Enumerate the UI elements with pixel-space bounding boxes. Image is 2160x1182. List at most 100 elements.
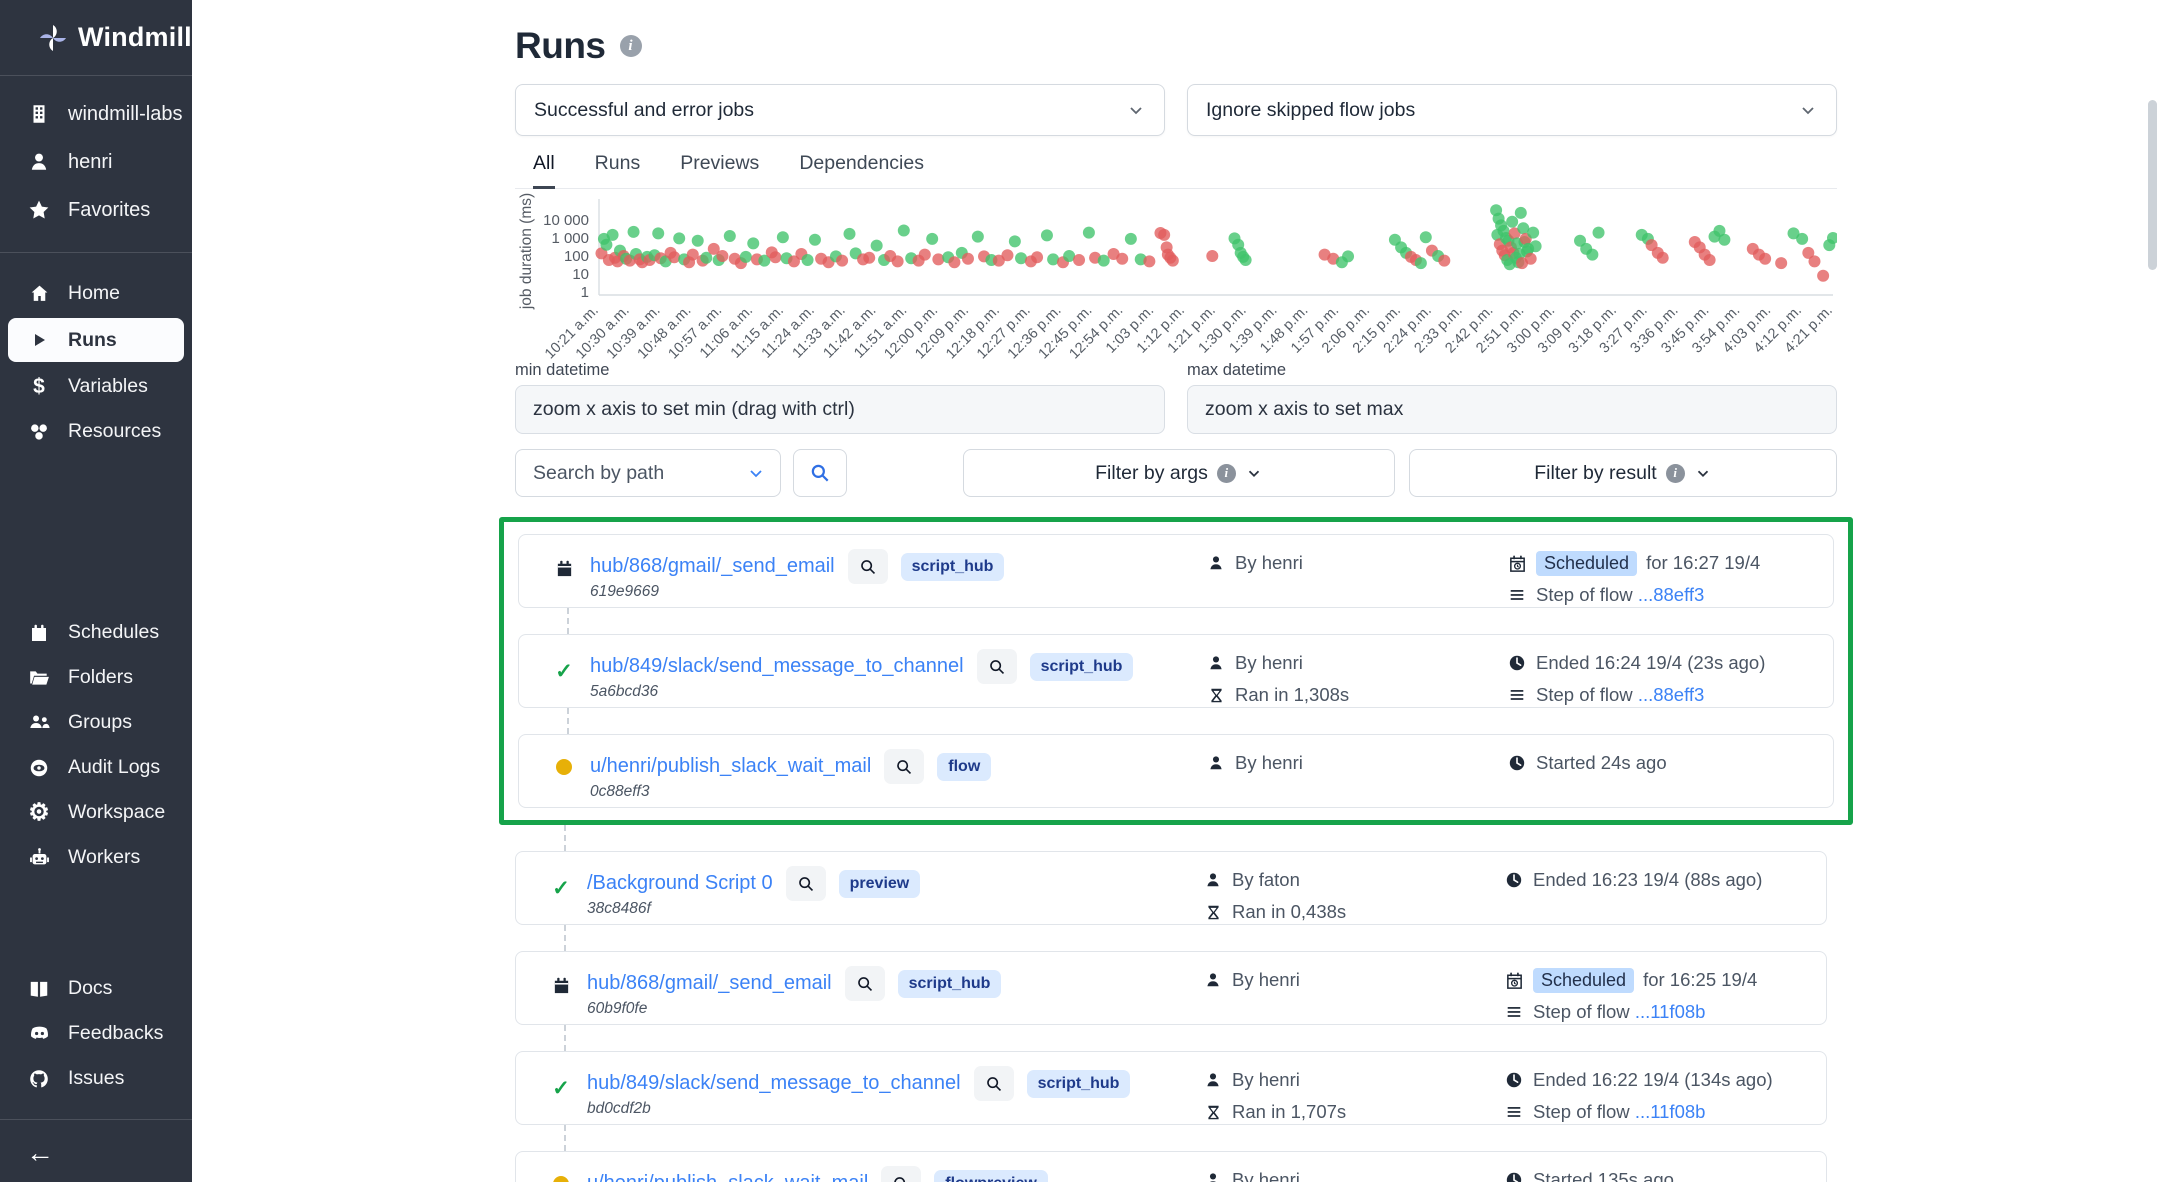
success-job-point[interactable]: [898, 225, 910, 237]
success-job-point[interactable]: [607, 229, 619, 241]
success-job-point[interactable]: [871, 240, 883, 252]
run-row[interactable]: hub/868/gmail/_send_emailscript_hub619e9…: [518, 534, 1834, 608]
sidebar-item-audit-logs[interactable]: Audit Logs: [0, 745, 192, 790]
run-path-link[interactable]: hub/849/slack/send_message_to_channel: [590, 655, 964, 678]
failed-job-point[interactable]: [836, 255, 848, 267]
skipped-flow-select[interactable]: Ignore skipped flow jobs: [1187, 84, 1837, 136]
failed-job-point[interactable]: [1704, 254, 1716, 266]
failed-job-point[interactable]: [948, 256, 960, 268]
failed-job-point[interactable]: [1031, 251, 1043, 263]
sidebar-item-home[interactable]: Home: [0, 271, 192, 316]
scrollbar-thumb[interactable]: [2148, 100, 2157, 270]
sidebar-item-favorites[interactable]: Favorites: [0, 186, 192, 234]
search-button[interactable]: [793, 449, 847, 497]
success-job-point[interactable]: [1527, 227, 1539, 239]
success-job-point[interactable]: [1009, 235, 1021, 247]
sidebar-item-variables[interactable]: $Variables: [0, 364, 192, 409]
run-row[interactable]: u/henri/publish_slack_wait_mailflow0c88e…: [518, 734, 1834, 808]
failed-job-point[interactable]: [1817, 270, 1829, 282]
failed-job-point[interactable]: [932, 253, 944, 265]
run-path-link[interactable]: u/henri/publish_slack_wait_mail: [590, 755, 871, 778]
failed-job-point[interactable]: [1167, 255, 1179, 267]
success-job-point[interactable]: [1041, 229, 1053, 241]
success-job-point[interactable]: [926, 233, 938, 245]
job-duration-chart[interactable]: job duration (ms)1101001 00010 00010:21 …: [515, 191, 1837, 359]
success-job-point[interactable]: [1506, 216, 1518, 228]
failed-job-point[interactable]: [1206, 250, 1218, 262]
failed-job-point[interactable]: [1438, 255, 1450, 267]
failed-job-point[interactable]: [1116, 253, 1128, 265]
run-path-link[interactable]: hub/868/gmail/_send_email: [587, 972, 832, 995]
job-kind-select[interactable]: Successful and error jobs: [515, 84, 1165, 136]
search-icon[interactable]: [848, 549, 888, 584]
sidebar-item-feedbacks[interactable]: Feedbacks: [0, 1011, 192, 1056]
search-icon[interactable]: [845, 966, 885, 1001]
failed-job-point[interactable]: [1001, 249, 1013, 261]
failed-job-point[interactable]: [769, 251, 781, 263]
failed-job-point[interactable]: [1525, 253, 1537, 265]
flow-link[interactable]: ...11f08b: [1635, 1001, 1706, 1022]
success-job-point[interactable]: [1515, 207, 1527, 219]
success-job-point[interactable]: [844, 228, 856, 240]
sidebar-item-workspace[interactable]: ⚙Workspace: [0, 790, 192, 835]
filter-by-args-button[interactable]: Filter by args i: [963, 449, 1395, 497]
flow-link[interactable]: ...11f08b: [1635, 1101, 1706, 1122]
tab-all[interactable]: All: [533, 152, 555, 189]
app-logo[interactable]: Windmill: [0, 0, 192, 76]
success-job-point[interactable]: [809, 234, 821, 246]
success-job-point[interactable]: [692, 235, 704, 247]
failed-job-point[interactable]: [919, 249, 931, 261]
success-job-point[interactable]: [1593, 227, 1605, 239]
failed-job-point[interactable]: [668, 251, 680, 263]
success-job-point[interactable]: [652, 227, 664, 239]
success-job-point[interactable]: [1718, 234, 1730, 246]
sidebar-item-schedules[interactable]: Schedules: [0, 610, 192, 655]
run-path-link[interactable]: u/henri/publish_slack_wait_mail: [587, 1172, 868, 1182]
success-job-point[interactable]: [972, 231, 984, 243]
success-job-point[interactable]: [1342, 250, 1354, 262]
run-row[interactable]: ✓/Background Script 0preview38c8486fBy f…: [515, 851, 1827, 925]
sidebar-item-user[interactable]: henri: [0, 138, 192, 186]
min-datetime-input[interactable]: zoom x axis to set min (drag with ctrl): [515, 385, 1165, 434]
search-icon[interactable]: [884, 749, 924, 784]
tab-previews[interactable]: Previews: [680, 152, 759, 188]
failed-job-point[interactable]: [1158, 229, 1170, 241]
success-job-point[interactable]: [802, 254, 814, 266]
sidebar-item-docs[interactable]: Docs: [0, 966, 192, 1011]
runs-info-icon[interactable]: i: [620, 35, 642, 57]
failed-job-point[interactable]: [1808, 255, 1820, 267]
sidebar-item-runs[interactable]: Runs: [8, 318, 184, 362]
sidebar-item-groups[interactable]: Groups: [0, 700, 192, 745]
flow-link[interactable]: ...88eff3: [1638, 684, 1705, 705]
success-job-point[interactable]: [1586, 249, 1598, 261]
run-row[interactable]: hub/868/gmail/_send_emailscript_hub60b9f…: [515, 951, 1827, 1025]
failed-job-point[interactable]: [1143, 255, 1155, 267]
failed-job-point[interactable]: [863, 252, 875, 264]
run-row[interactable]: ✓hub/849/slack/send_message_to_channelsc…: [515, 1051, 1827, 1125]
success-job-point[interactable]: [740, 251, 752, 263]
collapse-sidebar-button[interactable]: ←: [0, 1124, 192, 1182]
tab-runs[interactable]: Runs: [595, 152, 641, 188]
failed-job-point[interactable]: [1759, 253, 1771, 265]
success-job-point[interactable]: [1420, 231, 1432, 243]
run-path-link[interactable]: /Background Script 0: [587, 872, 773, 895]
run-path-link[interactable]: hub/849/slack/send_message_to_channel: [587, 1072, 961, 1095]
sidebar-item-issues[interactable]: Issues: [0, 1056, 192, 1101]
sidebar-item-folders[interactable]: Folders: [0, 655, 192, 700]
search-icon[interactable]: [786, 866, 826, 901]
success-job-point[interactable]: [1796, 233, 1808, 245]
success-job-point[interactable]: [1240, 254, 1252, 266]
run-row[interactable]: u/henri/publish_slack_wait_mailflowprevi…: [515, 1151, 1827, 1182]
run-row[interactable]: ✓hub/849/slack/send_message_to_channelsc…: [518, 634, 1834, 708]
search-path-input[interactable]: Search by path: [515, 449, 781, 497]
success-job-point[interactable]: [777, 231, 789, 243]
success-job-point[interactable]: [1530, 240, 1542, 252]
search-icon[interactable]: [974, 1066, 1014, 1101]
failed-job-point[interactable]: [1775, 257, 1787, 269]
success-job-point[interactable]: [673, 232, 685, 244]
tab-dependencies[interactable]: Dependencies: [799, 152, 924, 188]
sidebar-item-workspace[interactable]: windmill-labs: [0, 90, 192, 138]
failed-job-point[interactable]: [1657, 252, 1669, 264]
flow-link[interactable]: ...88eff3: [1638, 584, 1705, 605]
failed-job-point[interactable]: [716, 250, 728, 262]
